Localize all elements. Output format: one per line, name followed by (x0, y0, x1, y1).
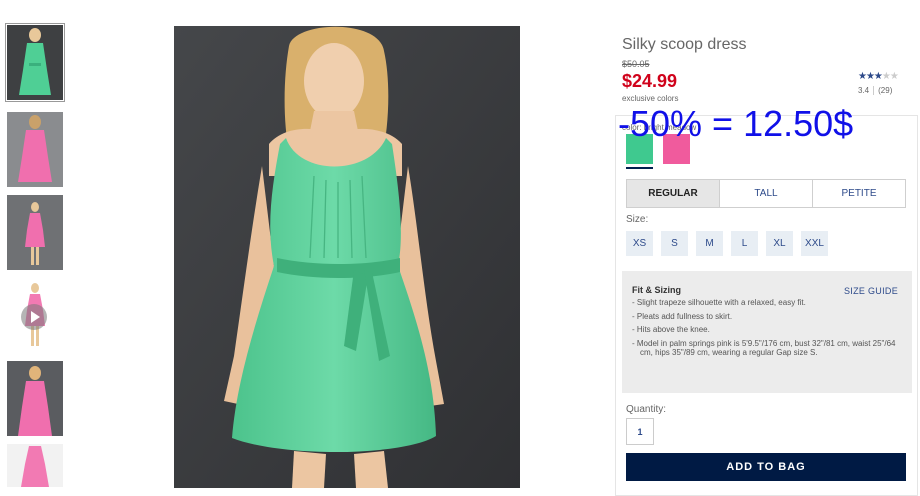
product-title: Silky scoop dress (622, 36, 747, 53)
rating-summary[interactable]: ★★★★★ 3.4 (29) (858, 71, 899, 95)
model-photo (174, 26, 520, 488)
thumbnail-image (7, 25, 63, 100)
fit-detail: Slight trapeze silhouette with a relaxed… (632, 298, 902, 308)
size-guide-link[interactable]: SIZE GUIDE (844, 286, 898, 296)
fit-detail: Hits above the knee. (632, 325, 902, 335)
size-options: XS S M L XL XXL (626, 231, 828, 256)
main-product-image[interactable] (174, 26, 520, 488)
product-panel: Silky scoop dress $50.05 $24.99 exclusiv… (615, 0, 920, 496)
thumbnail-3[interactable] (7, 195, 63, 270)
thumbnail-image (7, 112, 63, 187)
thumbnail-2[interactable] (7, 112, 63, 187)
quantity-input[interactable]: 1 (626, 418, 654, 445)
size-label: Size: (626, 214, 649, 225)
fit-and-sizing: Fit & Sizing SIZE GUIDE Slight trapeze s… (622, 271, 912, 393)
thumbnail-image (7, 361, 63, 436)
thumbnail-5[interactable] (7, 361, 63, 436)
fit-tabs: REGULAR TALL PETITE (626, 179, 906, 208)
tab-tall[interactable]: TALL (720, 180, 813, 207)
size-m[interactable]: M (696, 231, 723, 256)
fit-detail: Model in palm springs pink is 5'9.5"/176… (632, 339, 902, 358)
tab-petite[interactable]: PETITE (813, 180, 905, 207)
thumbnail-video[interactable] (7, 278, 63, 353)
review-count[interactable]: (29) (878, 86, 892, 95)
size-s[interactable]: S (661, 231, 688, 256)
add-to-bag-button[interactable]: ADD TO BAG (626, 453, 906, 481)
fit-detail: Pleats add fullness to skirt. (632, 312, 902, 322)
discount-annotation: -50% = 12.50$ (618, 103, 854, 144)
size-xl[interactable]: XL (766, 231, 793, 256)
selected-swatch-indicator (626, 167, 653, 169)
thumbnail-image (7, 444, 63, 487)
size-xxl[interactable]: XXL (801, 231, 828, 256)
original-price: $50.05 (622, 59, 650, 69)
quantity-label: Quantity: (626, 404, 667, 415)
thumbnail-6[interactable] (7, 444, 63, 487)
tab-regular[interactable]: REGULAR (627, 180, 720, 207)
fit-details: Slight trapeze silhouette with a relaxed… (632, 298, 902, 358)
size-l[interactable]: L (731, 231, 758, 256)
divider (873, 86, 875, 95)
rating-stars-icon: ★★★★★ (858, 71, 899, 82)
sale-price: $24.99 (622, 71, 678, 91)
size-xs[interactable]: XS (626, 231, 653, 256)
price-note: exclusive colors (622, 94, 679, 103)
rating-value: 3.4 (858, 86, 870, 95)
thumbnail-image (7, 195, 63, 270)
thumbnail-1[interactable] (5, 23, 65, 102)
play-icon[interactable] (21, 304, 47, 330)
